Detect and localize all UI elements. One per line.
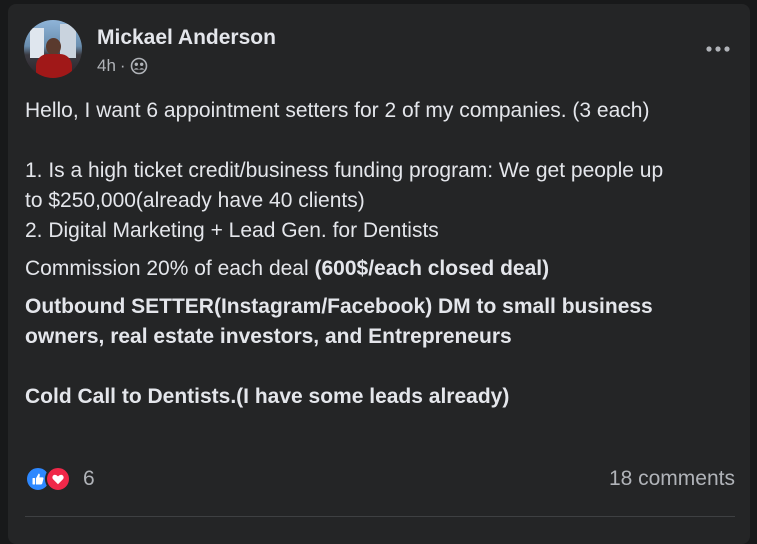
post-meta: 4h · [97, 56, 148, 76]
meta-separator: · [119, 56, 126, 75]
comments-count-link[interactable]: 18 comments [609, 467, 735, 491]
post-footer: 6 18 comments [25, 464, 735, 494]
more-options-icon[interactable] [700, 34, 736, 64]
post-intro: Hello, I want 6 appointment setters for … [25, 99, 650, 122]
reaction-count: 6 [83, 467, 95, 490]
post-card: Mickael Anderson 4h · Hello, I want 6 ap… [8, 4, 750, 544]
author-name[interactable]: Mickael Anderson [97, 26, 276, 50]
post-outbound: Outbound SETTER(Instagram/Facebook) DM t… [25, 295, 653, 348]
avatar-background [30, 28, 44, 58]
post-commission: Commission 20% of each deal (600$/each c… [25, 254, 735, 284]
post-body: Hello, I want 6 appointment setters for … [25, 96, 735, 412]
friends-icon[interactable] [130, 57, 148, 75]
avatar-background-building [60, 24, 76, 58]
avatar-person-body [36, 54, 72, 78]
post-item-2: 2. Digital Marketing + Lead Gen. for Den… [25, 219, 439, 242]
avatar[interactable] [24, 20, 82, 78]
love-reaction-icon [45, 466, 71, 492]
post-item-1-line-2: to $250,000(already have 40 clients) [25, 189, 365, 212]
reactions-summary[interactable]: 6 [25, 466, 95, 492]
post-item-1-line-1: 1. Is a high ticket credit/business fund… [25, 159, 664, 182]
footer-divider [25, 516, 735, 517]
post-time[interactable]: 4h [97, 56, 116, 76]
avatar-person-head [46, 38, 61, 55]
commission-amount: (600$/each closed deal) [314, 257, 550, 280]
post-cold-call: Cold Call to Dentists.(I have some leads… [25, 385, 510, 408]
commission-text: Commission 20% of each deal [25, 257, 315, 280]
